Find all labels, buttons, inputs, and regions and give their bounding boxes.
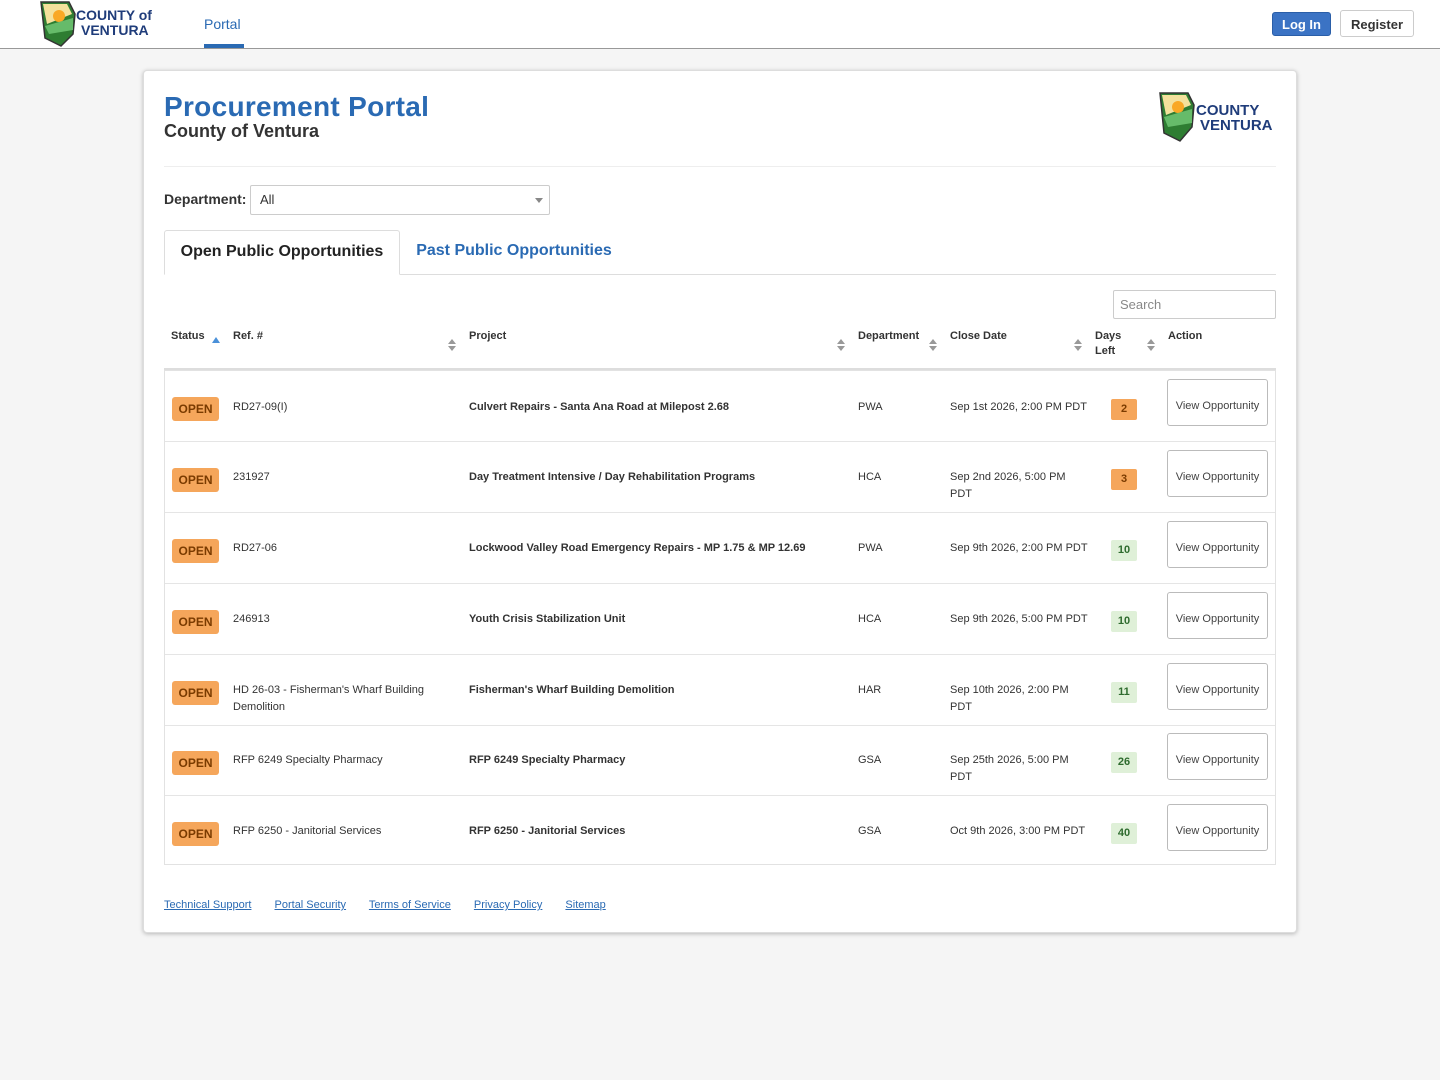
table-row: OPEN 246913 Youth Crisis Stabilization U…: [165, 584, 1275, 655]
footer-link-technical-support[interactable]: Technical Support: [164, 899, 251, 911]
logo-text-county: COUNTY of VENTURA: [76, 7, 155, 23]
page-subtitle: County of Ventura: [164, 121, 320, 141]
table-row: OPEN 231927 Day Treatment Intensive / Da…: [165, 442, 1275, 513]
ref-number: RD27-06: [233, 542, 278, 554]
table-row: OPEN HD 26-03 - Fisherman's Wharf Buildi…: [165, 655, 1275, 726]
sort-icon[interactable]: [448, 339, 456, 353]
column-header-department[interactable]: Department: [858, 329, 919, 344]
footer-link-portal-security[interactable]: Portal Security: [275, 899, 347, 911]
project-name: Culvert Repairs - Santa Ana Road at Mile…: [469, 401, 729, 413]
table-row: OPEN RD27-09(I) Culvert Repairs - Santa …: [165, 371, 1275, 442]
opportunities-table: OPEN RD27-09(I) Culvert Repairs - Santa …: [164, 370, 1276, 865]
close-date: Sep 9th 2026, 2:00 PM PDT: [950, 542, 1088, 554]
department-code: HCA: [858, 471, 882, 483]
close-date: Oct 9th 2026, 3:00 PM PDT: [950, 825, 1086, 837]
column-header-ref[interactable]: Ref. #: [233, 329, 263, 344]
department-code: PWA: [858, 401, 883, 413]
view-opportunity-button[interactable]: View Opportunity: [1167, 733, 1268, 780]
department-code: GSA: [858, 825, 882, 837]
project-name: Youth Crisis Stabilization Unit: [469, 613, 626, 625]
sort-icon[interactable]: [837, 339, 845, 353]
days-left-badge: 11: [1111, 682, 1137, 703]
sort-icon[interactable]: [1074, 339, 1082, 353]
search-input[interactable]: [1113, 290, 1276, 319]
login-button[interactable]: Log In: [1272, 12, 1331, 36]
project-name: RFP 6249 Specialty Pharmacy: [469, 754, 626, 766]
view-opportunity-button[interactable]: View Opportunity: [1167, 592, 1268, 639]
days-left-badge: 2: [1111, 399, 1137, 420]
project-name: Fisherman's Wharf Building Demolition: [469, 684, 675, 696]
sort-icon[interactable]: [929, 339, 937, 353]
table-row: OPEN RFP 6250 - Janitorial Services RFP …: [165, 796, 1275, 865]
county-logo[interactable]: COUNTY of VENTURA VENTURA: [39, 0, 224, 48]
table-row: OPEN RD27-06 Lockwood Valley Road Emerge…: [165, 513, 1275, 584]
days-left-badge: 3: [1111, 469, 1137, 490]
page-title: Procurement Portal: [164, 91, 430, 122]
status-badge: OPEN: [172, 822, 219, 846]
top-navbar: COUNTY of VENTURA VENTURA Portal Log In …: [0, 0, 1440, 49]
ref-number: 231927: [233, 471, 270, 483]
column-header-days-left[interactable]: Days Left: [1095, 329, 1131, 359]
footer-links: Technical Support Portal Security Terms …: [164, 899, 626, 911]
status-badge: OPEN: [172, 751, 219, 775]
close-date: Sep 2nd 2026, 5:00 PM PDT: [950, 471, 1066, 500]
view-opportunity-button[interactable]: View Opportunity: [1167, 804, 1268, 851]
department-code: GSA: [858, 754, 882, 766]
view-opportunity-button[interactable]: View Opportunity: [1167, 450, 1268, 497]
ref-number: HD 26-03 - Fisherman's Wharf Building De…: [233, 684, 425, 713]
days-left-badge: 10: [1111, 540, 1137, 561]
column-header-project[interactable]: Project: [469, 329, 506, 344]
column-header-status[interactable]: Status: [171, 329, 205, 344]
status-badge: OPEN: [172, 610, 219, 634]
svg-text:VENTURA: VENTURA: [81, 22, 149, 38]
ref-number: RD27-09(I): [233, 401, 288, 413]
department-code: HCA: [858, 613, 882, 625]
days-left-badge: 26: [1111, 752, 1137, 773]
register-button[interactable]: Register: [1340, 10, 1414, 37]
footer-link-terms-of-service[interactable]: Terms of Service: [369, 899, 451, 911]
tab-open-opportunities[interactable]: Open Public Opportunities: [164, 230, 400, 275]
ref-number: RFP 6249 Specialty Pharmacy: [233, 754, 383, 766]
close-date: Sep 25th 2026, 5:00 PM PDT: [950, 754, 1069, 783]
status-badge: OPEN: [172, 539, 219, 563]
close-date: Sep 9th 2026, 5:00 PM PDT: [950, 613, 1088, 625]
divider: [164, 166, 1276, 167]
ref-number: RFP 6250 - Janitorial Services: [233, 825, 382, 837]
project-name: Lockwood Valley Road Emergency Repairs -…: [469, 542, 806, 554]
sort-icon[interactable]: [1147, 339, 1155, 353]
status-badge: OPEN: [172, 681, 219, 705]
column-header-action: Action: [1168, 330, 1203, 342]
tab-past-opportunities[interactable]: Past Public Opportunities: [400, 230, 628, 275]
table-header: Status Ref. # Project Department Close D…: [164, 329, 1276, 370]
active-nav-indicator: [204, 44, 244, 48]
footer-link-sitemap[interactable]: Sitemap: [565, 899, 605, 911]
project-name: Day Treatment Intensive / Day Rehabilita…: [469, 471, 756, 483]
view-opportunity-button[interactable]: View Opportunity: [1167, 521, 1268, 568]
department-code: PWA: [858, 542, 883, 554]
department-code: HAR: [858, 684, 882, 696]
view-opportunity-button[interactable]: View Opportunity: [1167, 663, 1268, 710]
nav-portal-link[interactable]: Portal: [204, 0, 241, 48]
sort-ascending-icon[interactable]: [212, 337, 220, 343]
project-name: RFP 6250 - Janitorial Services: [469, 825, 626, 837]
chevron-down-icon: [535, 198, 543, 203]
footer-link-privacy-policy[interactable]: Privacy Policy: [474, 899, 542, 911]
department-label: Department:: [164, 191, 247, 207]
close-date: Sep 1st 2026, 2:00 PM PDT: [950, 401, 1087, 413]
days-left-badge: 40: [1111, 823, 1137, 844]
status-badge: OPEN: [172, 397, 219, 421]
ref-number: 246913: [233, 613, 270, 625]
view-opportunity-button[interactable]: View Opportunity: [1167, 379, 1268, 426]
table-row: OPEN RFP 6249 Specialty Pharmacy RFP 624…: [165, 725, 1275, 796]
column-header-close-date[interactable]: Close Date: [950, 329, 1007, 344]
department-select-value: All: [260, 192, 275, 207]
procurement-card: Procurement Portal County of Ventura COU…: [143, 70, 1297, 933]
days-left-badge: 10: [1111, 611, 1137, 632]
department-select[interactable]: All: [250, 185, 550, 215]
svg-text:VENTURA: VENTURA: [1200, 117, 1273, 134]
status-badge: OPEN: [172, 468, 219, 492]
close-date: Sep 10th 2026, 2:00 PM PDT: [950, 684, 1069, 713]
county-logo-large: COUNTY VENTURA: [1158, 91, 1278, 145]
